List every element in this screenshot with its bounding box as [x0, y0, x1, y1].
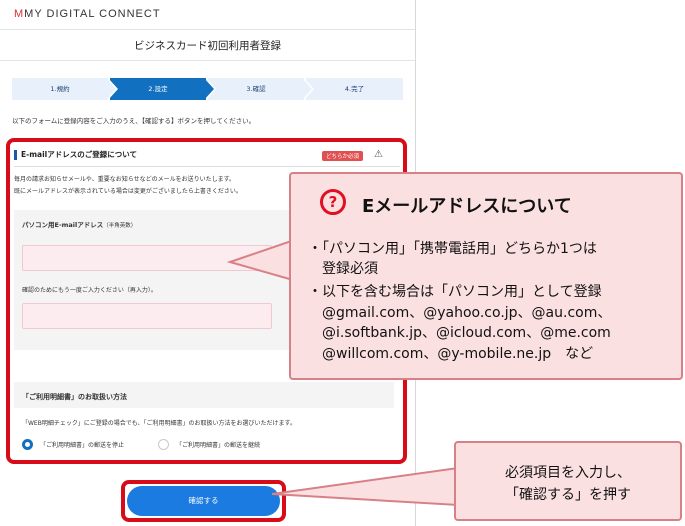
button-callout-line: 必須項目を入力し、: [505, 465, 631, 481]
email-callout-line: 登録必須: [322, 261, 378, 277]
question-icon: ?: [320, 189, 346, 215]
email-callout-line: @i.softbank.jp、@icloud.com、@me.com: [322, 325, 611, 341]
email-callout-title: Eメールアドレスについて: [362, 196, 572, 217]
email-callout-line: @willcom.com、@y-mobile.ne.jp など: [322, 346, 594, 362]
email-callout-line: ・「パソコン用」「携帯電話用」どちらか1つは: [308, 241, 597, 257]
button-callout-line: 「確認する」を押す: [505, 487, 631, 503]
email-callout-line: @gmail.com、@yahoo.co.jp、@au.com、: [322, 305, 612, 321]
email-callout-line: ・以下を含む場合は「パソコン用」として登録: [308, 284, 602, 300]
